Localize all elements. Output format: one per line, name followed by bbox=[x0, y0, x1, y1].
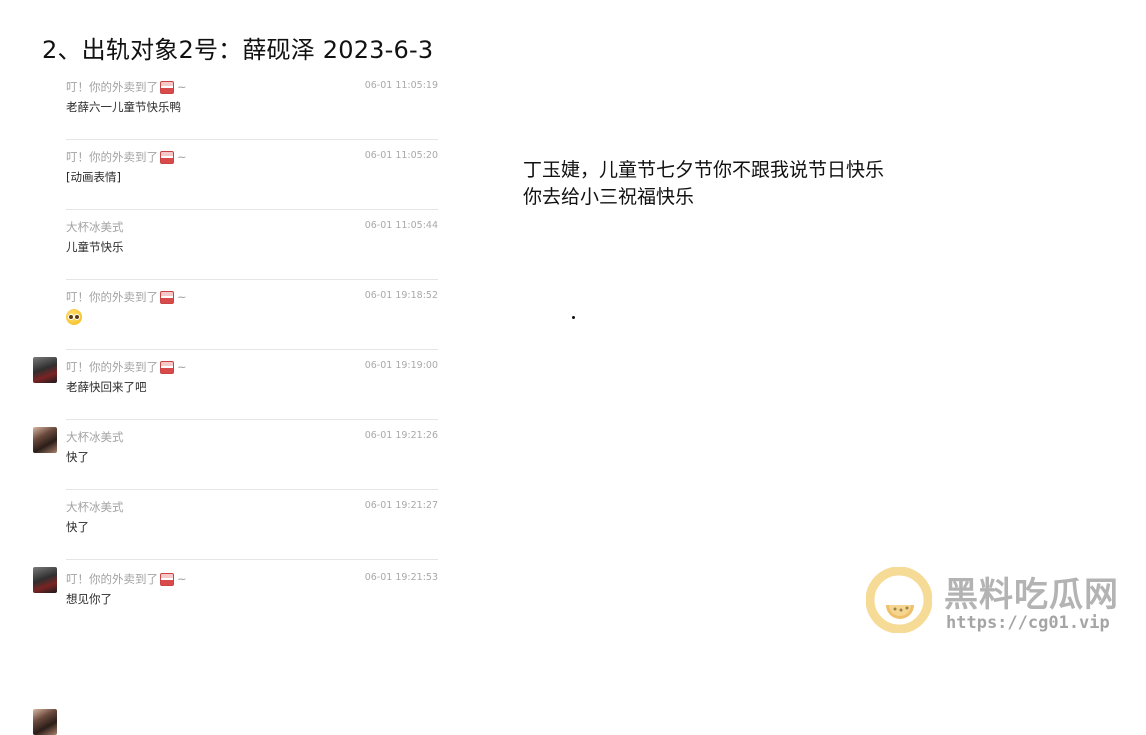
sender-label: 叮！你的外卖到了 bbox=[66, 80, 158, 94]
sender-suffix: ~ bbox=[177, 290, 187, 304]
caption-text: 丁玉婕，儿童节七夕节你不跟我说节日快乐 你去给小三祝福快乐 bbox=[523, 157, 884, 211]
takeout-bowl-icon bbox=[160, 150, 174, 164]
sender-suffix: ~ bbox=[177, 150, 187, 164]
message-text: 快了 bbox=[66, 520, 89, 534]
sender-name: 叮！你的外卖到了 ~ bbox=[66, 359, 187, 375]
avatar bbox=[33, 709, 57, 735]
message-time: 06-01 19:21:53 bbox=[364, 572, 438, 583]
sender-label: 大杯冰美式 bbox=[66, 220, 124, 234]
message-time: 06-01 19:18:52 bbox=[364, 290, 438, 301]
sender-name: 大杯冰美式 bbox=[66, 499, 124, 515]
chat-message: 叮！你的外卖到了 ~ 06-01 11:05:20 [动画表情] bbox=[30, 140, 450, 210]
takeout-bowl-icon bbox=[160, 360, 174, 374]
sender-name: 叮！你的外卖到了 ~ bbox=[66, 149, 187, 165]
message-time: 06-01 11:05:44 bbox=[364, 220, 438, 231]
message-time: 06-01 11:05:19 bbox=[364, 80, 438, 91]
message-time: 06-01 19:21:26 bbox=[364, 430, 438, 441]
chat-screenshot: 叮！你的外卖到了 ~ 06-01 11:05:19 老薛六一儿童节快乐鸭 叮！你… bbox=[30, 70, 450, 735]
takeout-bowl-icon bbox=[160, 80, 174, 94]
message-time: 06-01 19:21:27 bbox=[364, 500, 438, 511]
sender-label: 叮！你的外卖到了 bbox=[66, 150, 158, 164]
watermelon-logo-icon bbox=[866, 567, 932, 633]
sender-label: 大杯冰美式 bbox=[66, 430, 124, 444]
sender-suffix: ~ bbox=[177, 80, 187, 94]
chat-message: 叮！你的外卖到了 ~ 06-01 19:18:52 bbox=[30, 280, 450, 453]
sender-label: 大杯冰美式 bbox=[66, 500, 124, 514]
sender-label: 叮！你的外卖到了 bbox=[66, 572, 158, 586]
message-time: 06-01 19:19:00 bbox=[364, 360, 438, 371]
pleading-face-emoji-icon bbox=[66, 309, 82, 325]
sender-name: 叮！你的外卖到了 ~ bbox=[66, 79, 187, 95]
sender-name: 叮！你的外卖到了 ~ bbox=[66, 571, 187, 587]
takeout-bowl-icon bbox=[160, 290, 174, 304]
sender-name: 大杯冰美式 bbox=[66, 219, 124, 235]
sender-name: 叮！你的外卖到了 ~ bbox=[66, 289, 187, 305]
takeout-bowl-icon bbox=[160, 572, 174, 586]
chat-message: 叮！你的外卖到了 ~ 06-01 19:19:00 老薛快回来了吧 bbox=[30, 350, 450, 420]
sender-suffix: ~ bbox=[177, 572, 187, 586]
sender-suffix: ~ bbox=[177, 360, 187, 374]
watermark-url: https://cg01.vip bbox=[946, 613, 1110, 633]
chat-message: 大杯冰美式 06-01 11:05:44 儿童节快乐 bbox=[30, 210, 450, 383]
chat-message: 叮！你的外卖到了 ~ 06-01 11:05:19 老薛六一儿童节快乐鸭 bbox=[30, 70, 450, 140]
message-text: 快了 bbox=[66, 450, 89, 464]
message-content bbox=[66, 309, 82, 328]
chat-message: 叮！你的外卖到了 ~ 06-01 19:21:53 想见你了 bbox=[30, 562, 450, 735]
message-text: [动画表情] bbox=[66, 170, 121, 184]
caption-line-2: 你去给小三祝福快乐 bbox=[523, 186, 695, 208]
sender-label: 叮！你的外卖到了 bbox=[66, 290, 158, 304]
slide-title: 2、出轨对象2号：薛砚泽 2023-6-3 bbox=[42, 36, 434, 64]
chat-message: 大杯冰美式 06-01 19:21:27 快了 bbox=[30, 490, 450, 560]
caption-line-1: 丁玉婕，儿童节七夕节你不跟我说节日快乐 bbox=[523, 159, 885, 181]
message-divider bbox=[66, 559, 438, 560]
chat-message: 大杯冰美式 06-01 19:21:26 快了 bbox=[30, 420, 450, 593]
sender-label: 叮！你的外卖到了 bbox=[66, 360, 158, 374]
watermark-title: 黑料吃瓜网 bbox=[944, 575, 1119, 615]
watermark: 黑料吃瓜网 https://cg01.vip bbox=[866, 565, 1136, 637]
message-text: 老薛六一儿童节快乐鸭 bbox=[66, 100, 181, 114]
message-time: 06-01 11:05:20 bbox=[364, 150, 438, 161]
sender-name: 大杯冰美式 bbox=[66, 429, 124, 445]
message-text: 想见你了 bbox=[66, 592, 112, 606]
message-text: 儿童节快乐 bbox=[66, 240, 124, 254]
stray-dot bbox=[572, 316, 575, 319]
message-text: 老薛快回来了吧 bbox=[66, 380, 147, 394]
